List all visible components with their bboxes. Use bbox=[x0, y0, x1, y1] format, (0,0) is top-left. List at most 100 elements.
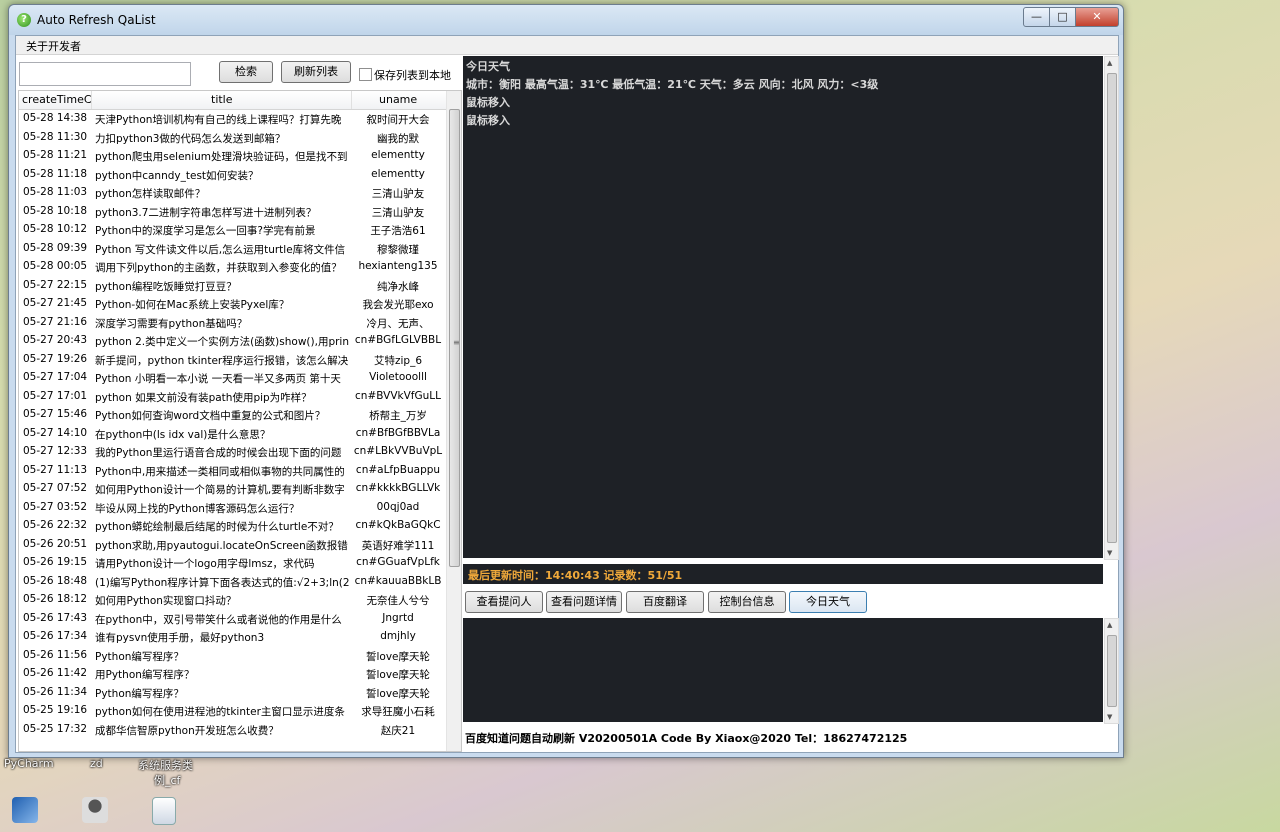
desktop-icon-label-service[interactable]: 系统服务类 bbox=[138, 757, 193, 773]
table-row[interactable]: 05-28 11:30 力扣python3做的代码怎么发送到邮箱？ 幽我的默 bbox=[19, 129, 447, 148]
table-row[interactable]: 05-28 10:18 python3.7二进制字符串怎样写进十进制列表？ 三清山驴… bbox=[19, 203, 447, 222]
column-divider[interactable] bbox=[91, 91, 92, 109]
table-row[interactable]: 05-28 14:38 天津Python培训机构有自己的线上课程吗？打算先晚 叙时间… bbox=[19, 110, 447, 129]
row-title: python求助,用pyautogui.locateOnScreen函数报错 bbox=[95, 539, 348, 552]
baidu-translate-button[interactable]: 百度翻译 bbox=[626, 591, 704, 613]
view-detail-button[interactable]: 查看问题详情 bbox=[546, 591, 622, 613]
output-scroll-thumb[interactable] bbox=[1107, 635, 1117, 707]
console-info-button[interactable]: 控制台信息 bbox=[708, 591, 786, 613]
search-input[interactable] bbox=[19, 62, 191, 86]
row-time: 05-28 14:38 bbox=[23, 112, 88, 124]
table-row[interactable]: 05-27 07:52 如何用Python设计一个简易的计算机,要有判断非数字 cn… bbox=[19, 480, 447, 499]
row-time: 05-27 11:13 bbox=[23, 463, 88, 476]
row-time: 05-28 10:18 bbox=[23, 204, 88, 217]
row-title: python怎样读取邮件？ bbox=[95, 188, 206, 200]
table-row[interactable]: 05-25 17:32 成都华信智原python开发班怎么收费？ 赵庆21 bbox=[19, 721, 447, 740]
save-list-checkbox[interactable] bbox=[359, 68, 372, 81]
menu-about-developer[interactable]: 关于开发者 bbox=[26, 38, 81, 54]
row-user: 誓love摩天轮 bbox=[365, 650, 430, 663]
table-row[interactable]: 05-25 19:16 python如何在使用进程池的tkinter主窗口显示进度… bbox=[19, 702, 447, 721]
row-title: python 2.类中定义一个实例方法(函数)show(),用print bbox=[95, 336, 349, 348]
list-scrollbar[interactable]: ≡ bbox=[446, 91, 461, 751]
table-row[interactable]: 05-28 09:39 Python 写文件读文件以后,怎么运用turtle库将文… bbox=[19, 240, 447, 259]
refresh-list-button[interactable]: 刷新列表 bbox=[281, 61, 351, 83]
row-user: 三清山驴友 bbox=[371, 206, 425, 219]
desktop-icon-label-zd[interactable]: zd bbox=[90, 757, 103, 770]
row-user: 英语好难学111 bbox=[361, 539, 435, 552]
row-title: 深度学习需要有python基础吗？ bbox=[95, 317, 248, 330]
table-row[interactable]: 05-27 21:16 深度学习需要有python基础吗？ 冷月、无声、 bbox=[19, 314, 447, 333]
table-row[interactable]: 05-28 00:05 调用下列python的主函数，并获取到入参变化的值？ hex… bbox=[19, 258, 447, 277]
row-time: 05-27 15:46 bbox=[23, 408, 88, 420]
column-divider[interactable] bbox=[351, 91, 352, 109]
row-title: Python中的深度学习是怎么一回事?学完有前景 bbox=[95, 225, 316, 237]
row-user: cn#BfBGfBBVLa bbox=[355, 426, 441, 439]
table-row[interactable]: 05-28 11:18 python中canndy_test如何安装？ elemen… bbox=[19, 166, 447, 185]
table-row[interactable]: 05-26 22:32 python蟒蛇绘制最后结尾的时候为什么turtle不对？… bbox=[19, 517, 447, 536]
maximize-button[interactable]: □ bbox=[1049, 7, 1076, 27]
search-button[interactable]: 检索 bbox=[219, 61, 273, 83]
row-time: 05-28 10:12 bbox=[23, 223, 88, 235]
view-asker-button[interactable]: 查看提问人 bbox=[465, 591, 543, 613]
table-row[interactable]: 05-27 19:26 新手提问，python tkinter程序运行报错，该怎么… bbox=[19, 351, 447, 370]
table-row[interactable]: 05-27 14:10 在python中(ls idx val)是什么意思？ cn#… bbox=[19, 425, 447, 444]
title-bar[interactable]: ? Auto Refresh QaList — □ ✕ bbox=[9, 5, 1123, 35]
table-row[interactable]: 05-26 19:15 请用Python设计一个logo用字母lmsz，求代码 cn… bbox=[19, 554, 447, 573]
console-scroll-thumb[interactable] bbox=[1107, 73, 1117, 543]
row-time: 05-27 07:52 bbox=[23, 482, 88, 494]
console-line: 鼠标移入 bbox=[466, 96, 510, 109]
table-row[interactable]: 05-26 17:34 谁有pysvn使用手册，最好python3 dmjhly bbox=[19, 628, 447, 647]
row-user: 00qj0ad bbox=[376, 500, 420, 513]
table-row[interactable]: 05-26 17:43 在python中，双引号带笑什么或者说他的作用是什么 Jng… bbox=[19, 610, 447, 629]
virtualbox-desktop-icon[interactable] bbox=[12, 797, 38, 823]
table-row[interactable]: 05-27 22:15 python编程吃饭睡觉打豆豆？ 纯净水峰 bbox=[19, 277, 447, 296]
row-title: Python编写程序？ bbox=[95, 687, 184, 700]
column-header-uname[interactable]: uname bbox=[379, 93, 417, 106]
table-row[interactable]: 05-26 11:42 用Python编写程序？ 誓love摩天轮 bbox=[19, 665, 447, 684]
row-time: 05-28 11:30 bbox=[23, 130, 88, 143]
table-row[interactable]: 05-28 10:12 Python中的深度学习是怎么一回事?学完有前景 王子浩浩… bbox=[19, 221, 447, 240]
column-header-createtime[interactable]: createTimeC bbox=[22, 93, 92, 106]
row-user: hexianteng135 bbox=[358, 260, 438, 272]
row-time: 05-27 21:45 bbox=[23, 297, 88, 309]
table-row[interactable]: 05-28 11:21 python爬虫用selenium处理滑块验证码，但是找不… bbox=[19, 147, 447, 166]
table-row[interactable]: 05-26 18:48 (1)编写Python程序计算下面各表达式的值:√2+3;… bbox=[19, 573, 447, 592]
table-row[interactable]: 05-26 18:12 如何用Python实现窗口抖动？ 无奈佳人兮兮 bbox=[19, 591, 447, 610]
user-desktop-icon[interactable] bbox=[82, 797, 108, 823]
output-scrollbar[interactable]: ▲ ▼ bbox=[1104, 618, 1119, 724]
desktop-icon-label-cf[interactable]: 例_cf bbox=[154, 772, 180, 788]
footer-text: 百度知道问题自动刷新 V20200501A Code By Xiaox@2020… bbox=[465, 732, 908, 745]
row-title: 力扣python3做的代码怎么发送到邮箱？ bbox=[95, 132, 286, 145]
table-row[interactable]: 05-27 11:13 Python中,用来描述一类相同或相似事物的共同属性的 cn… bbox=[19, 462, 447, 481]
table-row[interactable]: 05-27 17:01 python 如果文前没有装path使用pip为咋样？ cn… bbox=[19, 388, 447, 407]
table-row[interactable]: 05-27 12:33 我的Python里运行语音合成的时候会出现下面的问题 cn#… bbox=[19, 443, 447, 462]
scroll-down-icon[interactable]: ▼ bbox=[1107, 713, 1112, 721]
today-weather-button[interactable]: 今日天气 bbox=[789, 591, 867, 613]
table-row[interactable]: 05-27 21:45 Python-如何在Mac系统上安装Pyxel库？ 我会发光… bbox=[19, 295, 447, 314]
scroll-up-icon[interactable]: ▲ bbox=[1107, 59, 1112, 67]
scroll-up-icon[interactable]: ▲ bbox=[1107, 621, 1112, 629]
row-title: python蟒蛇绘制最后结尾的时候为什么turtle不对？ bbox=[95, 521, 339, 533]
console-scrollbar[interactable]: ▲ ▼ bbox=[1104, 56, 1119, 560]
row-title: 我的Python里运行语音合成的时候会出现下面的问题 bbox=[95, 447, 342, 459]
table-row[interactable]: 05-27 03:52 毕设从网上找的Python博客源码怎么运行？ 00qj0ad bbox=[19, 499, 447, 518]
row-user: 冷月、无声、 bbox=[366, 317, 430, 330]
table-row[interactable]: 05-28 11:03 python怎样读取邮件？ 三清山驴友 bbox=[19, 184, 447, 203]
table-row[interactable]: 05-27 15:46 Python如何查询word文档中重复的公式和图片？ 桥帮主… bbox=[19, 406, 447, 425]
row-user: elementty bbox=[371, 167, 425, 180]
table-row[interactable]: 05-26 11:34 Python编写程序？ 誓love摩天轮 bbox=[19, 684, 447, 703]
desktop-icon-label-pycharm[interactable]: PyCharm bbox=[4, 757, 54, 770]
table-row[interactable]: 05-26 11:56 Python编写程序？ 誓love摩天轮 bbox=[19, 647, 447, 666]
row-time: 05-25 19:16 bbox=[23, 704, 88, 716]
table-row[interactable]: 05-27 20:43 python 2.类中定义一个实例方法(函数)show()… bbox=[19, 332, 447, 351]
table-row[interactable]: 05-26 20:51 python求助,用pyautogui.locateOnS… bbox=[19, 536, 447, 555]
close-button[interactable]: ✕ bbox=[1075, 7, 1119, 27]
save-list-label: 保存列表到本地 bbox=[374, 69, 451, 82]
list-scroll-thumb[interactable]: ≡ bbox=[449, 109, 460, 567]
minimize-button[interactable]: — bbox=[1023, 7, 1050, 27]
document-desktop-icon[interactable] bbox=[152, 797, 176, 825]
table-row[interactable]: 05-27 17:04 Python 小明看一本小说 一天看一半又多两页 第十天 V… bbox=[19, 369, 447, 388]
scroll-down-icon[interactable]: ▼ bbox=[1107, 549, 1112, 557]
row-user: cn#BVVkVfGuLL bbox=[355, 389, 441, 402]
column-header-title[interactable]: title bbox=[211, 93, 233, 106]
